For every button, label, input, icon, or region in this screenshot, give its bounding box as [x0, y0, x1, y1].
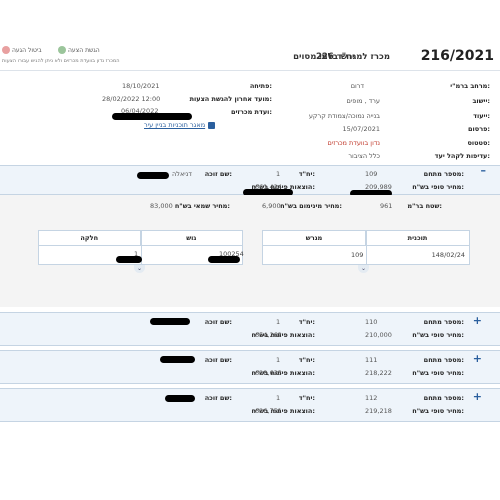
- price-value: 219,218: [365, 407, 392, 415]
- cancel-button[interactable]: ביטול הגעה: [2, 46, 42, 54]
- winner-value: דניאלה: [172, 170, 192, 178]
- lot-no-value: 111: [365, 356, 378, 364]
- publish-value: 15/07/2021: [342, 125, 380, 133]
- status-note: המכרז נדון בוועדת מכרזים ולא ניתן להגיש …: [2, 58, 120, 64]
- plan-value: 148/02/24: [431, 251, 465, 259]
- lot-no-label: מספר מתחם:: [423, 318, 464, 326]
- units-label: יח"ד:: [298, 318, 315, 326]
- winner-label: שם זוכה:: [204, 318, 232, 326]
- submit-icon: [58, 46, 66, 54]
- settlement-label: יישוב:: [472, 97, 490, 105]
- units-value: 1: [276, 170, 281, 178]
- units-label: יח"ד:: [298, 356, 315, 364]
- winner-label: שם זוכה:: [204, 394, 232, 402]
- lot-no-label: מספר מתחם:: [423, 170, 464, 178]
- tender-number: 216/2021: [420, 48, 494, 64]
- link-icon: [208, 121, 216, 129]
- expand-button[interactable]: +: [473, 314, 482, 327]
- region-label: מרחב ברמ"י:: [450, 82, 490, 90]
- deadline-label: מועד אחרון להגשת הצעות:: [189, 95, 272, 103]
- units-label: יח"ד:: [298, 394, 315, 402]
- winner-label: שם זוכה:: [204, 170, 232, 178]
- purpose-label: ייעוד:: [473, 112, 490, 120]
- col-block: גוש: [186, 234, 197, 242]
- price-label: מחיר סופי בש"ח:: [412, 407, 464, 415]
- units-label: יח"ד:: [298, 170, 315, 178]
- cancel-icon: [2, 46, 10, 54]
- redaction-mark: [112, 113, 192, 120]
- min-price-value: 6,900: [262, 202, 281, 210]
- status-label: סטטוס:: [467, 139, 490, 147]
- units-value: 1: [276, 318, 281, 326]
- region-value: דרום: [350, 82, 364, 90]
- col-plan: תוכנית: [407, 234, 428, 242]
- redaction-mark: [137, 172, 169, 179]
- dev-cost-value: 628,633: [255, 369, 282, 377]
- lot-no-value: 112: [365, 394, 378, 402]
- lot-no-value: 110: [365, 318, 378, 326]
- units-value: 1: [276, 394, 281, 402]
- expand-button[interactable]: +: [473, 352, 482, 365]
- redaction-mark: [165, 395, 195, 402]
- appraised-label: מחיר שמאי בש"ח:: [174, 202, 230, 210]
- lot-no-value: 109: [365, 170, 378, 178]
- min-price-label: מחיר מינימום בש"ח:: [280, 202, 342, 210]
- collapse-button[interactable]: –: [481, 164, 487, 177]
- units-badge: 226 יח"ד: [316, 52, 355, 62]
- appraised-value: 83,000: [150, 202, 173, 210]
- area-label: שטח בר"מ:: [407, 202, 442, 210]
- dev-cost-value: 626,751: [255, 407, 282, 415]
- lot-no-label: מספר מתחם:: [423, 394, 464, 402]
- publish-label: פרסום:: [468, 125, 490, 133]
- parcel-value: 109: [351, 251, 364, 259]
- winner-label: שם זוכה:: [204, 356, 232, 364]
- price-label: מחיר סופי בש"ח:: [412, 369, 464, 377]
- units-value: 1: [276, 356, 281, 364]
- col-part: חלקה: [39, 231, 141, 245]
- deadline-value: 28/02/2022 12:00: [102, 95, 161, 103]
- lot-no-label: מספר מתחם:: [423, 356, 464, 364]
- area-value: 961: [380, 202, 393, 210]
- status-value: נדון בוועדת מכרזים: [327, 139, 380, 147]
- purpose-value: בנייה נמוכה/צמודת קרקע: [308, 112, 380, 120]
- dev-cost-value: 654,262: [255, 331, 282, 339]
- price-label: מחיר סופי בש"ח:: [412, 183, 464, 191]
- priority-label: עדיפות לקהל יעד:: [434, 152, 490, 160]
- redaction-mark: [150, 318, 190, 325]
- submit-button[interactable]: הגשת הצעה: [58, 46, 100, 54]
- expand-button[interactable]: +: [473, 390, 482, 403]
- price-value: 218,222: [365, 369, 392, 377]
- price-label: מחיר סופי בש"ח:: [412, 331, 464, 339]
- redaction-mark: [208, 256, 240, 263]
- priority-value: כלל הציבור: [348, 152, 380, 160]
- opening-value: 18/10/2021: [122, 82, 160, 90]
- price-value: 210,000: [365, 331, 392, 339]
- redaction-mark: [160, 356, 195, 363]
- col-parcel: מגרש: [263, 231, 366, 245]
- plan-table: מגרש תוכנית 109 148/02/24: [262, 230, 470, 265]
- opening-label: פתיחה:: [249, 82, 272, 90]
- settlement-value: ערד , מופים: [346, 97, 381, 105]
- redaction-mark: [116, 256, 142, 263]
- plan-link[interactable]: מאגר תוכניות בניין עיר: [144, 121, 216, 129]
- committee-label: ועדת מכרזים:: [230, 108, 272, 116]
